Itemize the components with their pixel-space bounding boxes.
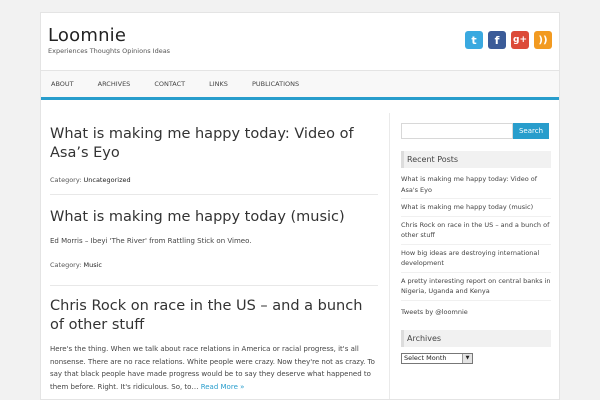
nav-item-about[interactable]: ABOUT [41, 80, 86, 88]
category-label: Category: [50, 176, 82, 184]
nav-item-archives[interactable]: ARCHIVES [86, 80, 143, 88]
main-navigation: ABOUT ARCHIVES CONTACT LINKS PUBLICATION… [41, 70, 559, 100]
search-input[interactable] [401, 123, 513, 139]
recent-post-link[interactable]: Chris Rock on race in the US – and a bun… [401, 220, 551, 245]
post-1: What is making me happy today: Video of … [50, 125, 380, 184]
post-meta: Category: Uncategorized [50, 176, 380, 184]
tweets-link[interactable]: Tweets by @loomnie [401, 308, 551, 316]
recent-post-link[interactable]: What is making me happy today: Video of … [401, 174, 551, 199]
archives-selected-value: Select Month [404, 354, 447, 362]
googleplus-icon[interactable]: g+ [511, 31, 529, 49]
archives-title: Archives [401, 329, 551, 347]
read-more-link[interactable]: Read More » [201, 383, 245, 391]
search-form: Search [401, 123, 551, 139]
site-description: Experiences Thoughts Opinions Ideas [48, 47, 171, 55]
category-link[interactable]: Uncategorized [84, 176, 131, 184]
main-content: What is making me happy today: Video of … [41, 113, 387, 399]
nav-item-publications[interactable]: PUBLICATIONS [240, 80, 311, 88]
recent-post-link[interactable]: What is making me happy today (music) [401, 202, 551, 217]
site-title[interactable]: Loomnie [48, 25, 126, 46]
post-3: Chris Rock on race in the US – and a bun… [50, 297, 380, 393]
facebook-icon[interactable]: f [488, 31, 506, 49]
post-excerpt: Here's the thing. When we talk about rac… [50, 343, 380, 393]
sidebar: Search Recent Posts What is making me ha… [401, 123, 551, 364]
post-divider [50, 285, 378, 286]
nav-item-links[interactable]: LINKS [197, 80, 240, 88]
nav-item-contact[interactable]: CONTACT [142, 80, 197, 88]
post-divider [50, 194, 378, 195]
category-link[interactable]: Music [84, 261, 103, 269]
social-links: t f g+ )) [465, 31, 552, 49]
chevron-down-icon: ▼ [462, 353, 472, 363]
category-label: Category: [50, 260, 82, 269]
post-meta: Category: Music [50, 261, 380, 269]
rss-icon[interactable]: )) [534, 31, 552, 49]
recent-posts-title: Recent Posts [401, 151, 551, 168]
post-2: What is making me happy today (music) Ed… [50, 208, 380, 269]
post-title[interactable]: What is making me happy today (music) [50, 208, 380, 227]
twitter-icon[interactable]: t [465, 31, 483, 49]
post-title[interactable]: What is making me happy today: Video of … [50, 125, 380, 163]
content-divider [389, 113, 390, 399]
post-excerpt: Ed Morris – Ibeyi 'The River' from Rattl… [50, 237, 252, 245]
page-container: Loomnie Experiences Thoughts Opinions Id… [40, 12, 560, 400]
recent-posts-list: What is making me happy today: Video of … [401, 174, 551, 301]
search-button[interactable]: Search [513, 123, 549, 139]
archives-dropdown[interactable]: Select Month ▼ [401, 352, 473, 364]
post-title[interactable]: Chris Rock on race in the US – and a bun… [50, 297, 380, 335]
recent-post-link[interactable]: A pretty interesting report on central b… [401, 276, 551, 301]
site-header: Loomnie Experiences Thoughts Opinions Id… [41, 13, 559, 71]
recent-post-link[interactable]: How big ideas are destroying internation… [401, 248, 551, 273]
